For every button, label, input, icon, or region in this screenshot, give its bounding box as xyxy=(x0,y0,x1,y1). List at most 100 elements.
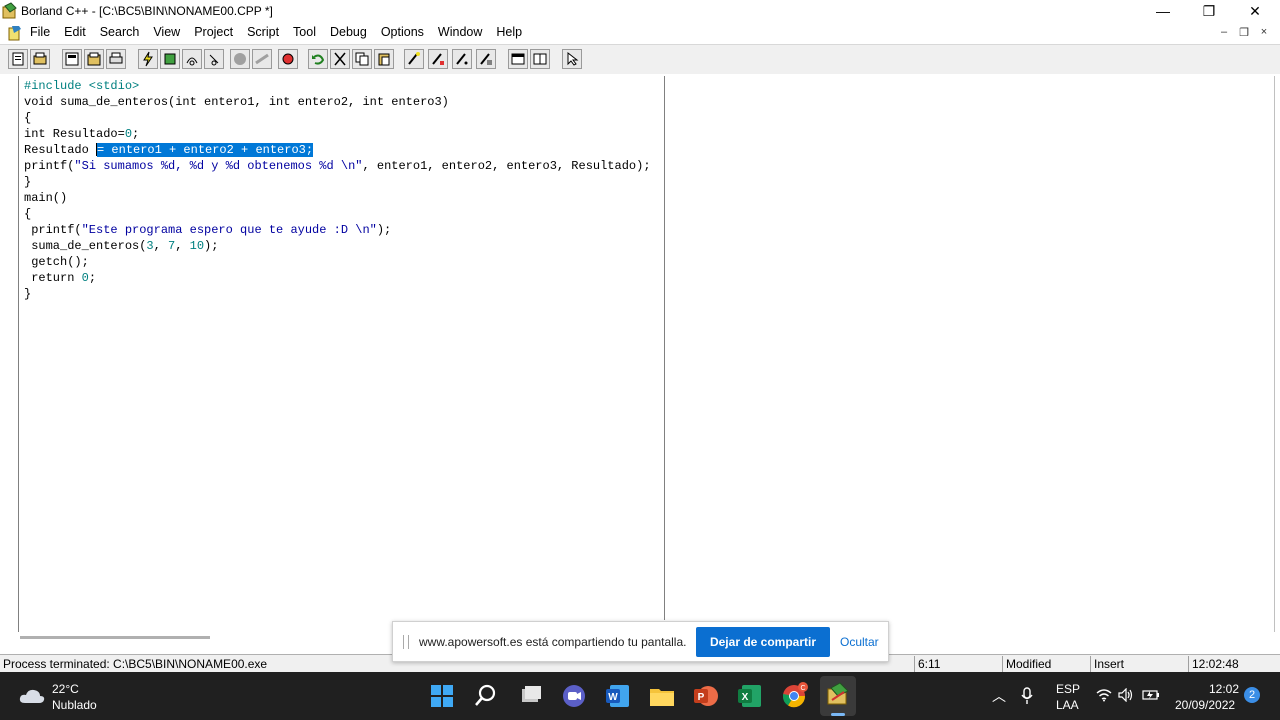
notification-badge[interactable]: 2 xyxy=(1244,687,1260,703)
menu-item-edit[interactable]: Edit xyxy=(64,25,86,39)
menu-item-view[interactable]: View xyxy=(153,25,180,39)
code-token: main() xyxy=(24,191,68,205)
pause-disabled-icon[interactable] xyxy=(230,49,250,69)
powerpoint-icon[interactable]: P xyxy=(690,680,722,712)
maximize-button[interactable]: ❐ xyxy=(1186,0,1232,23)
file-explorer-icon[interactable] xyxy=(646,680,678,712)
word-icon[interactable]: W xyxy=(602,680,634,712)
code-line[interactable]: #include <stdio> xyxy=(24,78,651,94)
print-icon[interactable] xyxy=(106,49,126,69)
code-token: printf( xyxy=(24,223,82,237)
wifi-icon[interactable] xyxy=(1096,688,1112,702)
find-icon[interactable] xyxy=(404,49,424,69)
minimize-button[interactable]: — xyxy=(1140,0,1186,23)
open-file-icon[interactable] xyxy=(30,49,50,69)
clock-time[interactable]: 12:02 xyxy=(1209,682,1239,696)
mdi-restore-button[interactable]: ❐ xyxy=(1236,26,1252,39)
code-editor[interactable]: #include <stdio> void suma_de_enteros(int… xyxy=(24,78,651,302)
svg-text:P: P xyxy=(698,692,705,703)
code-token: 3 xyxy=(146,239,154,253)
borland-taskbar-button[interactable] xyxy=(820,676,856,716)
code-line[interactable]: { xyxy=(24,110,651,126)
browse-icon[interactable] xyxy=(476,49,496,69)
step-over-icon[interactable] xyxy=(182,49,202,69)
code-line[interactable]: { xyxy=(24,206,651,222)
menu-item-debug[interactable]: Debug xyxy=(330,25,367,39)
menu-item-tool[interactable]: Tool xyxy=(293,25,316,39)
windows-start-icon[interactable] xyxy=(426,680,458,712)
code-token: } xyxy=(24,175,32,189)
code-line[interactable]: printf("Este programa espero que te ayud… xyxy=(24,222,651,238)
make-icon[interactable] xyxy=(160,49,180,69)
status-message: Process terminated: C:\BC5\BIN\NONAME00.… xyxy=(3,657,268,671)
code-token: { xyxy=(24,111,32,125)
task-view-icon[interactable] xyxy=(515,680,547,712)
mdi-close-button[interactable]: × xyxy=(1256,26,1272,39)
code-line[interactable]: printf("Si sumamos %d, %d y %d obtenemos… xyxy=(24,158,651,174)
cloud-icon[interactable] xyxy=(18,686,46,706)
menu-item-options[interactable]: Options xyxy=(381,25,424,39)
hide-button[interactable]: Ocultar xyxy=(840,635,879,649)
code-line[interactable]: Resultado = entero1 + entero2 + entero3; xyxy=(24,142,651,158)
language-indicator[interactable]: ESP xyxy=(1056,682,1080,696)
mdi-minimize-button[interactable]: – xyxy=(1216,26,1232,39)
code-line[interactable]: suma_de_enteros(3, 7, 10); xyxy=(24,238,651,254)
code-line[interactable]: getch(); xyxy=(24,254,651,270)
volume-icon[interactable] xyxy=(1118,688,1134,702)
drag-handle-icon[interactable] xyxy=(403,635,409,649)
message-window-icon[interactable] xyxy=(508,49,528,69)
save-all-icon[interactable] xyxy=(84,49,104,69)
cut-icon[interactable] xyxy=(330,49,350,69)
borland-app-icon[interactable] xyxy=(1,2,19,20)
help-pointer-icon[interactable] xyxy=(562,49,582,69)
menu-item-script[interactable]: Script xyxy=(247,25,279,39)
search-again-icon[interactable] xyxy=(452,49,472,69)
right-margin-line xyxy=(664,76,665,620)
step-into-icon[interactable] xyxy=(204,49,224,69)
menu-item-window[interactable]: Window xyxy=(438,25,482,39)
document-icon[interactable] xyxy=(7,25,23,41)
excel-icon[interactable]: X xyxy=(734,680,766,712)
code-line[interactable]: } xyxy=(24,286,651,302)
run-icon[interactable] xyxy=(278,49,298,69)
code-line[interactable]: return 0; xyxy=(24,270,651,286)
code-token: , xyxy=(175,239,190,253)
code-line[interactable]: void suma_de_enteros(int entero1, int en… xyxy=(24,94,651,110)
new-file-icon[interactable] xyxy=(8,49,28,69)
menu-item-help[interactable]: Help xyxy=(496,25,522,39)
battery-charging-icon[interactable] xyxy=(1142,688,1160,702)
copy-icon[interactable] xyxy=(352,49,372,69)
microphone-icon[interactable] xyxy=(1020,687,1034,705)
code-token: #include <stdio> xyxy=(24,79,140,93)
chat-icon[interactable] xyxy=(558,680,590,712)
menu-item-file[interactable]: File xyxy=(30,25,50,39)
mdi-controls: – ❐ × xyxy=(1216,26,1272,39)
menu-item-project[interactable]: Project xyxy=(194,25,233,39)
editor-right-border xyxy=(1274,76,1275,632)
code-line[interactable]: main() xyxy=(24,190,651,206)
code-line[interactable]: int Resultado=0; xyxy=(24,126,651,142)
code-token: 10 xyxy=(189,239,205,253)
horizontal-scrollbar[interactable] xyxy=(20,636,210,639)
search-icon[interactable] xyxy=(470,680,502,712)
replace-icon[interactable] xyxy=(428,49,448,69)
code-line[interactable]: } xyxy=(24,174,651,190)
reset-disabled-icon[interactable] xyxy=(252,49,272,69)
stop-sharing-button[interactable]: Dejar de compartir xyxy=(696,627,830,657)
menu-item-search[interactable]: Search xyxy=(100,25,140,39)
weather-temperature[interactable]: 22°C xyxy=(52,682,79,696)
code-token: ; xyxy=(88,271,97,285)
save-icon[interactable] xyxy=(62,49,82,69)
tile-windows-icon[interactable] xyxy=(530,49,550,69)
menu-bar: File Edit Search View Project Script Tool Debug… xyxy=(0,23,1280,43)
paste-icon[interactable] xyxy=(374,49,394,69)
compile-lightning-icon[interactable] xyxy=(138,49,158,69)
chrome-icon[interactable]: C xyxy=(778,680,810,712)
close-button[interactable]: ✕ xyxy=(1232,0,1278,23)
chevron-up-icon[interactable]: ︿ xyxy=(992,686,1006,706)
keyboard-layout[interactable]: LAA xyxy=(1056,698,1079,712)
undo-icon[interactable] xyxy=(308,49,328,69)
window-title: Borland C++ - [C:\BC5\BIN\NONAME00.CPP *… xyxy=(21,4,273,18)
weather-description[interactable]: Nublado xyxy=(52,698,97,712)
clock-date[interactable]: 20/09/2022 xyxy=(1175,698,1235,712)
